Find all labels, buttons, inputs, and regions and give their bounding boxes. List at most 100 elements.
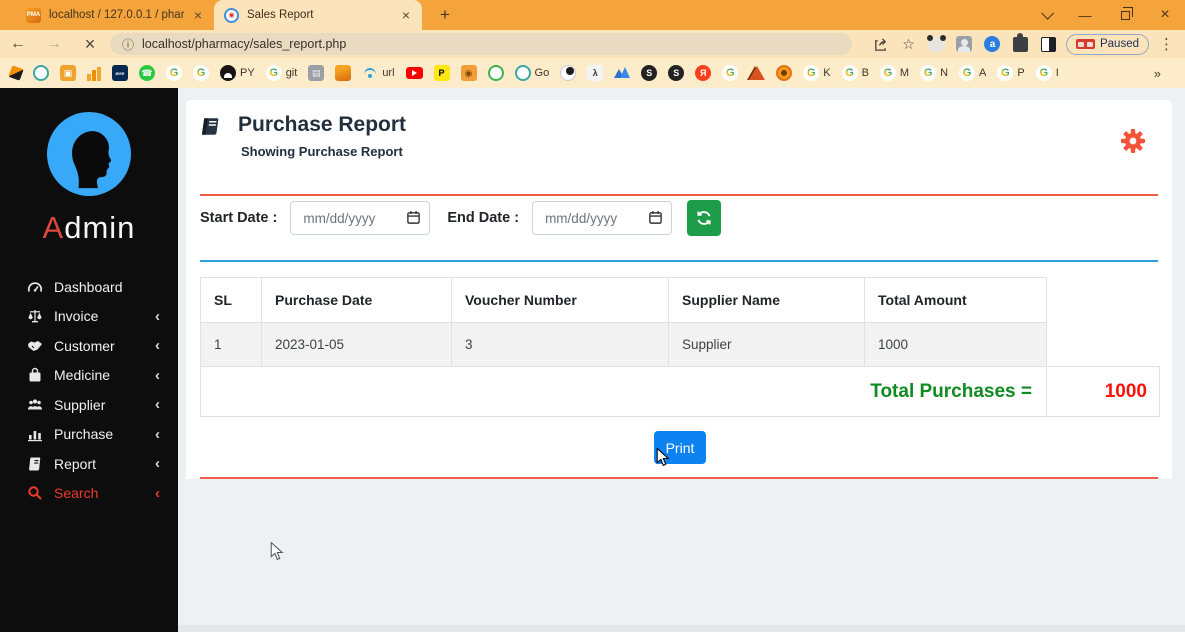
tab-search-chevron-icon[interactable] bbox=[1025, 0, 1065, 30]
bookmark-label: P bbox=[1017, 67, 1024, 79]
paused-extension-button[interactable]: Paused bbox=[1066, 34, 1149, 55]
bookmark-item[interactable] bbox=[406, 67, 423, 79]
forward-icon[interactable]: → bbox=[36, 35, 72, 53]
refresh-filter-button[interactable] bbox=[687, 200, 721, 236]
bookmark-item[interactable] bbox=[614, 65, 630, 81]
panda-extension-icon[interactable] bbox=[926, 34, 947, 55]
profile-extension-icon[interactable] bbox=[954, 34, 975, 55]
header-divider bbox=[200, 194, 1158, 196]
calendar-icon[interactable] bbox=[406, 210, 421, 225]
bookmark-label: PY bbox=[240, 67, 255, 79]
report-card: Purchase Report Showing Purchase Report bbox=[186, 100, 1172, 479]
bookmarks-overflow-icon[interactable]: » bbox=[1154, 66, 1175, 81]
table-header-row: SLPurchase DateVoucher NumberSupplier Na… bbox=[201, 278, 1047, 323]
reading-mode-icon[interactable] bbox=[1038, 34, 1059, 55]
settings-gear-icon[interactable] bbox=[1120, 128, 1146, 154]
tab-close-icon[interactable]: × bbox=[192, 7, 204, 23]
column-header: Purchase Date bbox=[262, 278, 452, 323]
a-extension-icon[interactable]: a bbox=[982, 34, 1003, 55]
sidebar-item-label: Customer bbox=[54, 338, 115, 354]
bookmark-item[interactable] bbox=[10, 67, 22, 79]
bookmark-item[interactable]: GK bbox=[803, 65, 830, 81]
bookmark-item[interactable]: GP bbox=[997, 65, 1024, 81]
bookmark-item[interactable]: GM bbox=[880, 65, 909, 81]
bookmark-label: git bbox=[286, 67, 298, 79]
bookmark-item[interactable]: G bbox=[722, 65, 738, 81]
sidebar-item-customer[interactable]: Customer‹ bbox=[0, 331, 178, 361]
window-restore-button[interactable] bbox=[1105, 0, 1145, 30]
g-bookmark-icon: G bbox=[803, 65, 819, 81]
bookmark-item[interactable] bbox=[335, 65, 351, 81]
bookmark-item[interactable]: GN bbox=[920, 65, 948, 81]
bookmark-item[interactable] bbox=[749, 66, 765, 80]
bookmark-item[interactable]: PY bbox=[220, 65, 255, 81]
gh-bookmark-icon bbox=[220, 65, 236, 81]
eye-bookmark-icon bbox=[776, 65, 792, 81]
column-header: Voucher Number bbox=[452, 278, 669, 323]
pharmacy-favicon-icon: ◉ bbox=[224, 8, 239, 23]
window-minimize-button[interactable]: — bbox=[1065, 0, 1105, 30]
bookmark-item[interactable]: GI bbox=[1036, 65, 1059, 81]
bookmark-item[interactable] bbox=[33, 65, 49, 81]
sidebar-item-invoice[interactable]: Invoice‹ bbox=[0, 302, 178, 332]
stop-loading-icon[interactable]: × bbox=[72, 34, 108, 55]
share-icon[interactable] bbox=[870, 34, 891, 55]
bookmark-item[interactable]: IEEE bbox=[112, 65, 128, 81]
bookmark-label: I bbox=[1056, 67, 1059, 79]
bookmark-item[interactable]: λ bbox=[587, 65, 603, 81]
column-header: Total Amount bbox=[865, 278, 1047, 323]
tab-phpmyadmin[interactable]: PMA localhost / 127.0.0.1 / pharmacy × bbox=[16, 0, 214, 30]
extensions-puzzle-icon[interactable] bbox=[1010, 34, 1031, 55]
sidebar-item-label: Supplier bbox=[54, 397, 105, 413]
table-cell: 1000 bbox=[865, 323, 1047, 367]
bookmark-item[interactable]: S bbox=[641, 65, 657, 81]
bookmark-item[interactable]: url bbox=[362, 65, 394, 81]
bars-bookmark-icon bbox=[87, 65, 101, 81]
sidebar-item-report[interactable]: Report‹ bbox=[0, 449, 178, 479]
sq-bookmark-icon: ◉ bbox=[461, 65, 477, 81]
end-date-field bbox=[532, 201, 672, 235]
bookmark-item[interactable]: GA bbox=[959, 65, 986, 81]
sq-bookmark-icon: IEEE bbox=[112, 65, 128, 81]
table-row: 12023-01-053Supplier1000 bbox=[201, 323, 1047, 367]
tab-close-icon[interactable]: × bbox=[400, 7, 412, 23]
sidebar: Admin DashboardInvoice‹Customer‹Medicine… bbox=[0, 88, 178, 632]
main-content: Purchase Report Showing Purchase Report bbox=[178, 88, 1185, 632]
bookmark-item[interactable]: Go bbox=[515, 65, 550, 81]
sidebar-item-purchase[interactable]: Purchase‹ bbox=[0, 420, 178, 450]
bookmark-item[interactable]: Я bbox=[695, 65, 711, 81]
bookmark-item[interactable]: S bbox=[668, 65, 684, 81]
tab-sales-report[interactable]: ◉ Sales Report × bbox=[214, 0, 422, 30]
sidebar-item-search[interactable]: Search‹ bbox=[0, 479, 178, 509]
bookmark-label: N bbox=[940, 67, 948, 79]
bookmark-item[interactable] bbox=[488, 65, 504, 81]
bookmark-item[interactable]: G bbox=[193, 65, 209, 81]
avatar bbox=[47, 112, 131, 196]
sidebar-item-dashboard[interactable]: Dashboard bbox=[0, 272, 178, 302]
bookmark-item[interactable]: GB bbox=[842, 65, 869, 81]
bookmark-item[interactable] bbox=[776, 65, 792, 81]
bookmark-item[interactable]: G bbox=[166, 65, 182, 81]
bookmark-item[interactable]: Ggit bbox=[266, 65, 298, 81]
sidebar-item-medicine[interactable]: Medicine‹ bbox=[0, 361, 178, 391]
calendar-icon[interactable] bbox=[648, 210, 663, 225]
sidebar-item-supplier[interactable]: Supplier‹ bbox=[0, 390, 178, 420]
bookmark-item[interactable] bbox=[560, 65, 576, 81]
window-close-button[interactable]: × bbox=[1145, 0, 1185, 30]
report-book-icon bbox=[200, 117, 222, 137]
bookmark-item[interactable]: ▤ bbox=[308, 65, 324, 81]
bag-icon bbox=[26, 367, 43, 384]
bookmark-item[interactable]: ◉ bbox=[461, 65, 477, 81]
bookmark-item[interactable]: ▣ bbox=[60, 65, 76, 81]
browser-menu-icon[interactable]: ⋮ bbox=[1156, 34, 1177, 55]
paused-label: Paused bbox=[1100, 38, 1139, 50]
site-info-icon[interactable]: ⓘ bbox=[122, 36, 134, 53]
bookmark-item[interactable] bbox=[87, 65, 101, 81]
new-tab-button[interactable]: + bbox=[434, 5, 456, 25]
bookmark-star-icon[interactable]: ☆ bbox=[898, 34, 919, 55]
bookmark-item[interactable]: P bbox=[434, 65, 450, 81]
address-bar[interactable]: ⓘ localhost/pharmacy/sales_report.php bbox=[110, 33, 852, 55]
back-icon[interactable]: ← bbox=[0, 35, 36, 53]
table-cell: 1 bbox=[201, 323, 262, 367]
bookmark-item[interactable]: ☎ bbox=[139, 65, 155, 81]
